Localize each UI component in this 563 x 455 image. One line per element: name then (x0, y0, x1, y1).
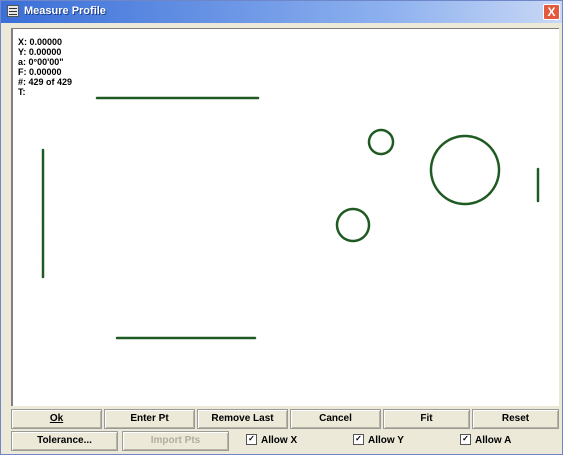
ok-button-label: Ok (49, 413, 64, 424)
checkmark-icon[interactable]: ✓ (246, 433, 257, 445)
import-pts-label: Import Pts (150, 435, 201, 446)
ok-button[interactable]: Ok (11, 409, 102, 429)
profile-drawing (41, 96, 540, 340)
title-bar[interactable]: Measure Profile X (1, 1, 562, 23)
allow-a-label: Allow A (475, 435, 512, 446)
readout-y: Y: 0.00000 (18, 47, 62, 57)
measure-profile-window: Measure Profile X X: 0.00000 Y: 0.00000 … (0, 0, 563, 455)
fit-label: Fit (420, 413, 433, 424)
enter-pt-label: Enter Pt (130, 413, 169, 424)
readout-angle: a: 0°00'00" (18, 57, 64, 67)
window-icon (7, 5, 19, 17)
remove-last-label: Remove Last (211, 413, 274, 424)
close-button[interactable]: X (543, 4, 560, 20)
readout-x: X: 0.00000 (18, 37, 63, 47)
allow-x-checkbox[interactable]: ✓ Allow X (246, 431, 297, 451)
coordinate-readout: X: 0.00000 Y: 0.00000 a: 0°00'00" F: 0.0… (18, 37, 72, 97)
tolerance-button[interactable]: Tolerance... (11, 431, 118, 451)
checkmark-icon[interactable]: ✓ (353, 433, 364, 445)
readout-t: T: (18, 87, 26, 97)
remove-last-button[interactable]: Remove Last (197, 409, 288, 429)
checkmark-icon[interactable]: ✓ (460, 433, 471, 445)
allow-a-checkbox[interactable]: ✓ Allow A (460, 431, 511, 451)
readout-f: F: 0.00000 (18, 67, 62, 77)
allow-y-checkbox[interactable]: ✓ Allow Y (353, 431, 404, 451)
profile-circle-large (429, 134, 501, 206)
enter-pt-button[interactable]: Enter Pt (104, 409, 195, 429)
allow-y-label: Allow Y (368, 435, 404, 446)
reset-button[interactable]: Reset (472, 409, 559, 429)
import-pts-button: Import Pts (122, 431, 229, 451)
fit-button[interactable]: Fit (383, 409, 470, 429)
tolerance-label: Tolerance... (37, 435, 92, 446)
reset-label: Reset (501, 413, 530, 424)
allow-x-label: Allow X (261, 435, 298, 446)
profile-circle-small-bottom (335, 207, 371, 243)
cancel-label: Cancel (319, 413, 352, 424)
readout-point-count: #: 429 of 429 (18, 77, 73, 87)
profile-circle-small-top (367, 128, 395, 156)
cancel-button[interactable]: Cancel (290, 409, 381, 429)
window-title: Measure Profile (24, 5, 106, 17)
profile-canvas[interactable]: X: 0.00000 Y: 0.00000 a: 0°00'00" F: 0.0… (11, 28, 559, 406)
